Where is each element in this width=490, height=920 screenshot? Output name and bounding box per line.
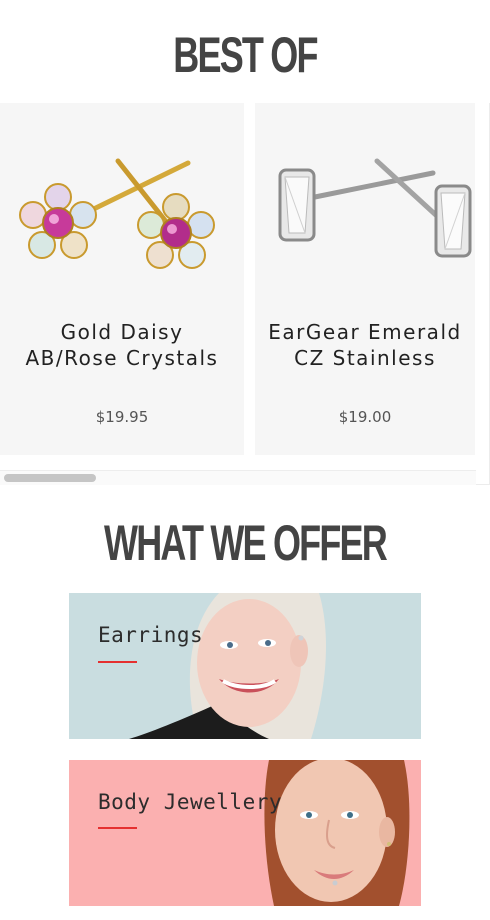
offer-earrings-banner[interactable]: Earrings [69,593,421,739]
product-name-line2: AB/Rose Crystals [25,346,219,370]
product-image-eargear-emerald[interactable] [255,123,475,303]
earrings-model-image [129,593,326,739]
product-name[interactable]: Gold Daisy AB/Rose Crystals [0,319,244,371]
offer-underline [98,827,137,829]
product-name-line1: Gold Daisy [60,320,184,344]
product-image-gold-daisy[interactable] [0,123,244,303]
product-card-eargear-emerald[interactable]: EarGear Emerald CZ Stainless $19.00 [255,103,475,455]
product-name-line2: CZ Stainless [294,346,436,370]
product-price: $19.00 [338,408,392,426]
product-name-line1: EarGear Emerald [268,320,462,344]
product-price: $19.95 [95,408,149,426]
offer-label-body-jewellery[interactable]: Body Jewellery [98,790,282,814]
offer-label-earrings[interactable]: Earrings [98,623,203,647]
body-jewellery-model-image [264,760,410,906]
best-of-heading: BEST OF [173,27,318,83]
offer-body-jewellery-banner[interactable]: Body Jewellery [69,760,421,906]
product-name[interactable]: EarGear Emerald CZ Stainless [255,319,475,371]
offer-underline [98,661,137,663]
what-we-offer-heading: WHAT WE OFFER [104,515,388,571]
carousel-scrollbar-thumb[interactable] [4,474,96,482]
product-card-gold-daisy[interactable]: Gold Daisy AB/Rose Crystals $19.95 [0,103,244,455]
product-carousel[interactable]: Gold Daisy AB/Rose Crystals $19.95 EarGe… [0,103,490,485]
